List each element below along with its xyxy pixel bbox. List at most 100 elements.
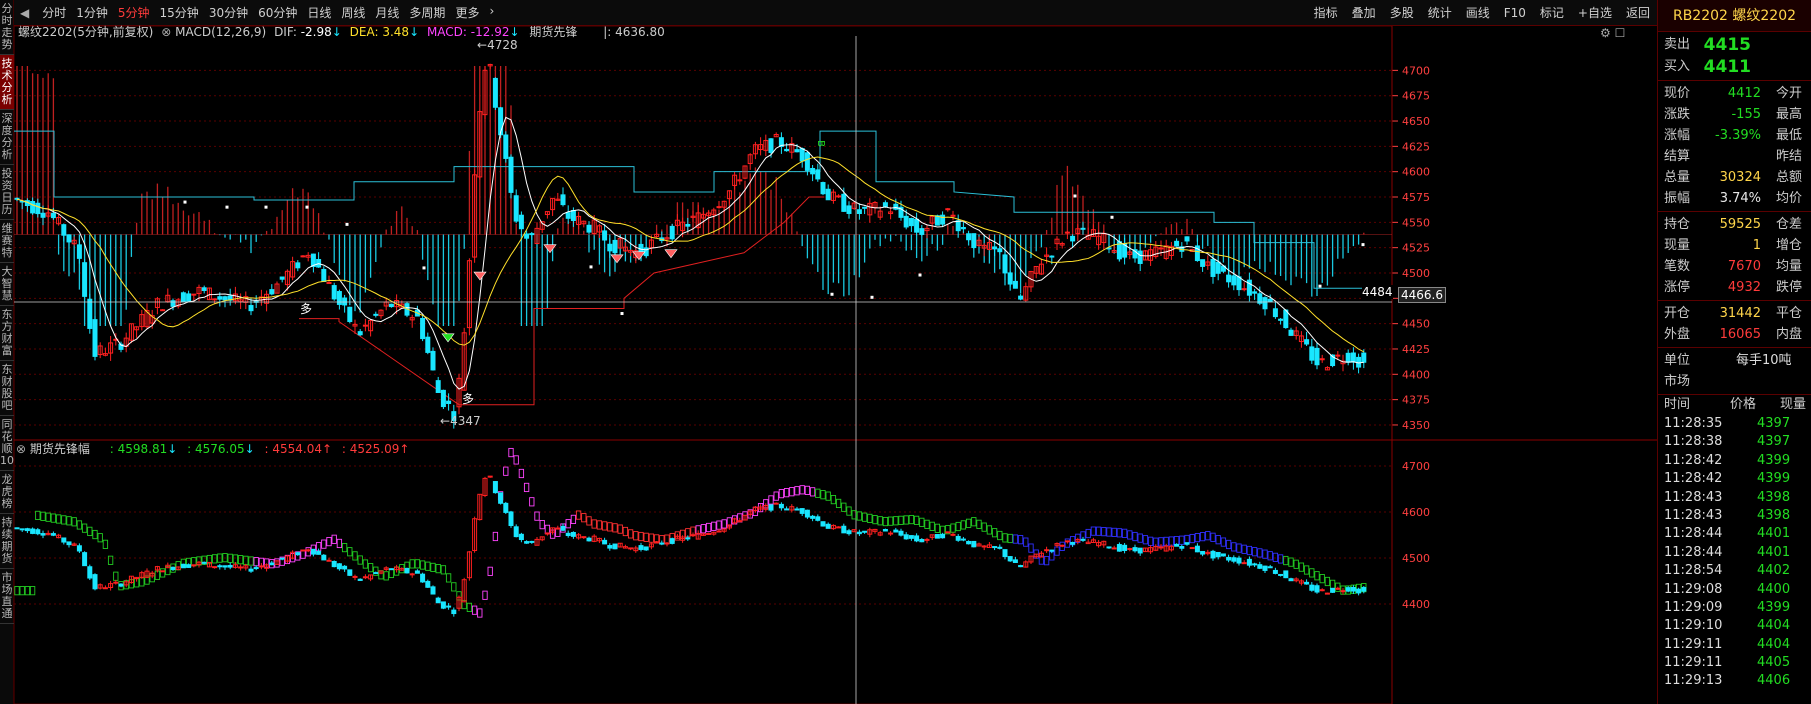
candle-body xyxy=(1241,288,1247,291)
ribbon-bar xyxy=(445,573,452,583)
quote-key-2: 最高 xyxy=(1776,107,1803,122)
left-tab-8[interactable]: 同花顺10 xyxy=(0,416,14,471)
sub-candle-body xyxy=(180,563,186,569)
candle-body xyxy=(908,218,914,227)
candle-body xyxy=(799,148,805,162)
buy-value: 4411 xyxy=(1703,57,1751,77)
collapse-arrow-icon[interactable]: ◀ xyxy=(14,6,37,20)
sub-candle-body xyxy=(118,583,124,587)
y-axis-label: 4625 xyxy=(1402,140,1430,153)
quote-key-2: 内盘 xyxy=(1776,327,1803,342)
tool-button-0[interactable]: 指标 xyxy=(1307,4,1345,21)
sub-candle-body xyxy=(945,531,951,534)
left-tab-10[interactable]: 持续期货 xyxy=(0,514,14,569)
tool-button-1[interactable]: 叠加 xyxy=(1345,4,1383,21)
chart-window-icons[interactable]: ⚙ ☐ xyxy=(1600,26,1625,40)
left-tab-1[interactable]: 技术分析 xyxy=(0,55,14,110)
left-tab-9[interactable]: 龙虎榜 xyxy=(0,471,14,514)
left-tab-0[interactable]: 分时走势 xyxy=(0,0,14,55)
candle-body xyxy=(1319,358,1325,361)
candle-body xyxy=(784,148,790,152)
candle-body xyxy=(279,276,285,280)
period-tab-6[interactable]: 日线 xyxy=(302,4,336,21)
trade-row[interactable]: 11:28:43 4398 xyxy=(1658,489,1811,507)
left-tab-7[interactable]: 东财股吧 xyxy=(0,361,14,416)
ribbon-bar xyxy=(66,516,72,526)
sub-candle-body xyxy=(1070,541,1076,545)
sell-label: 卖出 xyxy=(1664,37,1691,52)
sub-candle-body xyxy=(1304,581,1310,585)
trade-row[interactable]: 11:29:09 4399 xyxy=(1658,599,1811,617)
left-tab-5[interactable]: 大智慧 xyxy=(0,263,14,306)
sub-settings-icon[interactable]: ⊗ xyxy=(16,442,26,456)
candle-body xyxy=(269,289,275,295)
ribbon-bar xyxy=(789,487,795,497)
tool-button-6[interactable]: 标记 xyxy=(1533,4,1571,21)
trade-row[interactable]: 11:28:43 4398 xyxy=(1658,507,1811,525)
ribbon-bar xyxy=(804,485,811,495)
period-tab-0[interactable]: 分时 xyxy=(37,4,71,21)
ribbon-bar xyxy=(586,516,592,526)
tool-button-3[interactable]: 统计 xyxy=(1421,4,1459,21)
candle-body xyxy=(768,138,774,153)
kline-chart-area[interactable]: 4700467546504625460045754550452545004475… xyxy=(14,25,1657,704)
period-tab-8[interactable]: 月线 xyxy=(370,4,404,21)
ribbon-bar xyxy=(601,521,608,531)
trades-list[interactable]: 11:28:35 4397 11:28:38 4397 11:28:42 4399 11:2… xyxy=(1658,415,1811,691)
tool-button-5[interactable]: F10 xyxy=(1497,6,1533,20)
open-close-section: 开仓 31442 平仓 外盘 16065 内盘 xyxy=(1658,301,1811,348)
sub-candle-body xyxy=(586,537,592,542)
tool-button-8[interactable]: 返回 xyxy=(1619,4,1657,21)
candle-body xyxy=(1304,339,1310,345)
trade-time: 11:28:38 xyxy=(1664,434,1723,450)
left-tab-11[interactable]: 市场直通 xyxy=(0,569,14,624)
tool-button-4[interactable]: 画线 xyxy=(1459,4,1497,21)
period-tab-4[interactable]: 30分钟 xyxy=(204,4,253,21)
period-tab-10[interactable]: 更多 xyxy=(450,4,484,21)
trade-row[interactable]: 11:28:44 4401 xyxy=(1658,544,1811,562)
trade-row[interactable]: 11:29:11 4404 xyxy=(1658,636,1811,654)
candle-body xyxy=(1267,298,1273,303)
signal-dot xyxy=(830,292,834,296)
sub-chart-info-line: ⊗ 期货先锋幅 : 4598.81↓ : 4576.05↓ : 4554.04↑… xyxy=(16,442,410,456)
trade-row[interactable]: 11:28:44 4401 xyxy=(1658,525,1811,543)
gear-icon[interactable]: ⊗ xyxy=(161,25,171,39)
sub-candle-body xyxy=(654,541,660,544)
period-tab-5[interactable]: 60分钟 xyxy=(253,4,302,21)
period-tab-7[interactable]: 周线 xyxy=(336,4,370,21)
left-tab-3[interactable]: 投资日历 xyxy=(0,165,14,220)
ribbon-bar xyxy=(523,482,530,493)
close-panel-icon[interactable]: ☐ xyxy=(1615,26,1626,40)
left-tab-6[interactable]: 东方财富 xyxy=(0,306,14,361)
left-tab-2[interactable]: 深度分析 xyxy=(0,110,14,165)
trade-row[interactable]: 11:29:13 4406 xyxy=(1658,672,1811,690)
period-tab-3[interactable]: 15分钟 xyxy=(155,4,204,21)
period-tab-9[interactable]: 多周期 xyxy=(404,4,450,21)
trade-time: 11:29:13 xyxy=(1664,673,1723,689)
trade-row[interactable]: 11:28:38 4397 xyxy=(1658,433,1811,451)
more-caret-icon[interactable]: › xyxy=(484,4,499,21)
ribbon-bar xyxy=(440,565,447,575)
trade-row[interactable]: 11:28:42 4399 xyxy=(1658,470,1811,488)
ribbon-bar xyxy=(1329,579,1336,589)
left-tab-4[interactable]: 维赛特 xyxy=(0,220,14,263)
ribbon-bar xyxy=(1106,527,1112,537)
trade-row[interactable]: 11:28:54 4402 xyxy=(1658,562,1811,580)
y-axis-label: 4650 xyxy=(1402,115,1430,128)
ribbon-bar xyxy=(419,560,426,570)
trade-row[interactable]: 11:28:42 4399 xyxy=(1658,452,1811,470)
trade-row[interactable]: 11:29:11 4405 xyxy=(1658,654,1811,672)
period-tab-2[interactable]: 5分钟 xyxy=(113,4,155,21)
candle-body xyxy=(955,220,961,232)
trade-row[interactable]: 11:28:35 4397 xyxy=(1658,415,1811,433)
trade-row[interactable]: 11:29:08 4400 xyxy=(1658,581,1811,599)
tool-button-2[interactable]: 多股 xyxy=(1383,4,1421,21)
ribbon-bar xyxy=(809,487,816,497)
dea-value: 3.48 xyxy=(382,25,410,39)
sub-candle-body xyxy=(498,492,504,504)
kline-chart-svg[interactable]: 4700467546504625460045754550452545004475… xyxy=(14,26,1657,704)
trade-row[interactable]: 11:29:10 4404 xyxy=(1658,617,1811,635)
settings-icon[interactable]: ⚙ xyxy=(1600,26,1611,40)
period-tab-1[interactable]: 1分钟 xyxy=(71,4,113,21)
tool-button-7[interactable]: +自选 xyxy=(1571,4,1619,21)
